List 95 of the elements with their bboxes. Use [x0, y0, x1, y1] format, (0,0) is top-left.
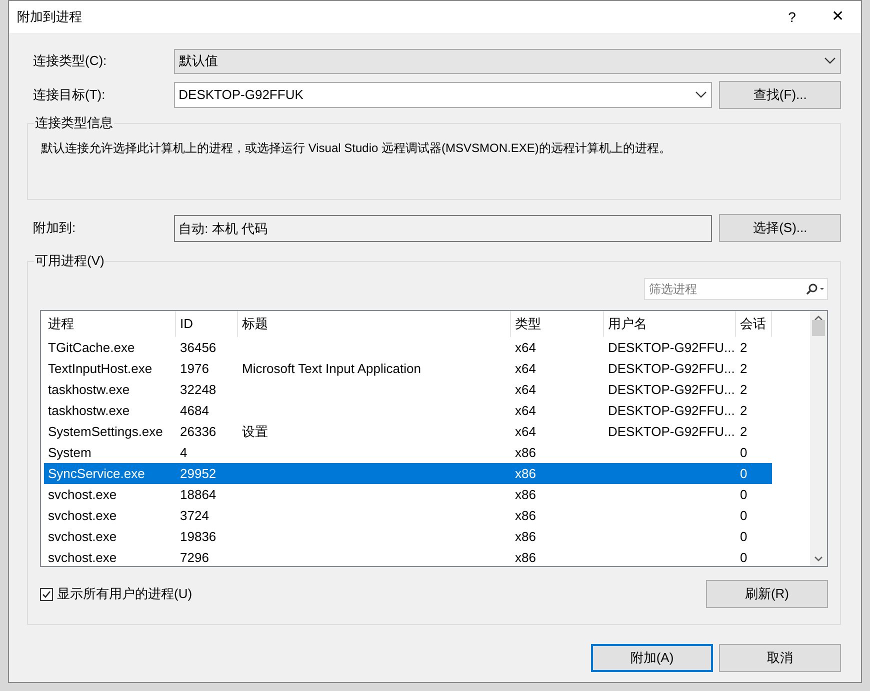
table-cell: 0 — [740, 466, 748, 481]
table-cell: x86 — [515, 528, 536, 544]
table-row[interactable]: TextInputHost.exe 1976 Microsoft Text Input Application x64 DESKTOP-G92FFU... 2 — [44, 358, 772, 379]
group-title: 连接类型信息 — [34, 115, 114, 131]
column-header[interactable]: 标题 — [238, 311, 511, 337]
scrollbar[interactable] — [810, 311, 827, 566]
dialog-button[interactable]: 取消 — [719, 644, 841, 672]
table-cell: DESKTOP-G92FFU... — [608, 382, 735, 397]
help-button[interactable]: ? — [769, 1, 815, 33]
table-cell: x64 — [515, 360, 536, 376]
table-row[interactable]: TGitCache.exe 36456 x64 DESKTOP-G92FFU... 2 — [44, 337, 772, 358]
table-cell: 2 — [740, 424, 748, 439]
column-header[interactable]: 会话 — [736, 311, 772, 337]
table-cell: 0 — [740, 444, 748, 460]
table-cell: x64 — [515, 340, 536, 355]
column-header[interactable]: 用户名 — [604, 311, 736, 337]
table-cell: x64 — [515, 402, 536, 418]
table-row[interactable]: System 4 x86 0 — [44, 442, 772, 463]
scroll-up-icon — [814, 315, 823, 321]
table-cell: svchost.exe — [48, 508, 117, 523]
dialog-button[interactable]: 附加(A) — [591, 644, 713, 672]
table-cell: 0 — [740, 508, 748, 523]
table-cell: taskhostw.exe — [48, 402, 130, 418]
column-header[interactable]: 类型 — [511, 311, 604, 337]
table-cell: 2 — [740, 340, 748, 355]
table-row[interactable]: SyncService.exe 29952 x86 0 — [44, 463, 772, 484]
field-label: 连接目标(T): — [32, 86, 106, 104]
table-cell: 4684 — [180, 402, 209, 418]
table-cell: svchost.exe — [48, 486, 117, 502]
table-row[interactable]: svchost.exe 18864 x86 0 — [44, 484, 772, 505]
dialog-button[interactable]: 查找(F)... — [719, 81, 841, 109]
table-cell: DESKTOP-G92FFU... — [608, 402, 735, 418]
table-cell: 4 — [180, 444, 188, 460]
table-cell: SyncService.exe — [48, 466, 145, 481]
table-row[interactable]: svchost.exe 7296 x86 0 — [44, 547, 772, 568]
attach-to-field: 自动: 本机 代码 — [174, 214, 712, 242]
table-cell: 0 — [740, 528, 748, 544]
connection-type-dropdown[interactable]: 默认值 — [174, 48, 841, 74]
table-cell: 0 — [740, 550, 748, 565]
scroll-thumb[interactable] — [812, 320, 825, 336]
table-cell: svchost.exe — [48, 550, 117, 565]
table-cell: 设置 — [242, 424, 268, 439]
table-cell: 1976 — [180, 360, 209, 376]
table-cell: Microsoft Text Input Application — [242, 360, 421, 376]
chevron-down-icon — [824, 57, 836, 65]
filter-field[interactable]: 筛选进程 — [644, 278, 828, 300]
table-cell: taskhostw.exe — [48, 382, 130, 397]
table-cell: System — [48, 444, 92, 460]
dialog-button[interactable]: 选择(S)... — [719, 214, 841, 242]
table-cell: 2 — [740, 360, 748, 376]
table-cell: x86 — [515, 486, 536, 502]
scroll-down-icon — [814, 556, 823, 562]
table-cell: 3724 — [180, 508, 209, 523]
table-cell: SystemSettings.exe — [48, 424, 163, 439]
info-text: 默认连接允许选择此计算机上的进程，或选择运行 Visual Studio 远程调试器(MSVSMON.EXE)的远程计算机上的进程。 — [40, 140, 672, 157]
table-cell: x86 — [515, 466, 536, 481]
table-row[interactable]: svchost.exe 3724 x86 0 — [44, 505, 772, 526]
column-header[interactable]: ID — [176, 311, 238, 337]
table-row[interactable]: SystemSettings.exe 26336 设置 x64 DESKTOP-G92FFU... 2 — [44, 421, 772, 442]
table-cell: DESKTOP-G92FFU... — [608, 360, 735, 376]
table-cell: svchost.exe — [48, 528, 117, 544]
table-row[interactable]: taskhostw.exe 4684 x64 DESKTOP-G92FFU... 2 — [44, 400, 772, 421]
table-cell: TextInputHost.exe — [48, 360, 152, 376]
group-title: 可用进程(V) — [34, 253, 106, 269]
table-cell: DESKTOP-G92FFU... — [608, 340, 735, 355]
table-cell: x86 — [515, 508, 536, 523]
field-label: 附加到: — [32, 219, 77, 238]
window-title: 附加到进程 — [17, 8, 82, 26]
field-label: 连接类型(C): — [32, 52, 108, 70]
table-cell: 26336 — [180, 424, 216, 439]
table-cell: DESKTOP-G92FFU... — [608, 424, 735, 439]
table-cell: 19836 — [180, 528, 216, 544]
table-cell: 2 — [740, 382, 748, 397]
table-row[interactable]: svchost.exe 19836 x86 0 — [44, 526, 772, 547]
connection-target-dropdown[interactable]: DESKTOP-G92FFUK — [174, 82, 712, 108]
dialog-button[interactable]: 刷新(R) — [706, 580, 828, 608]
table-cell: 2 — [740, 402, 748, 418]
checkbox[interactable] — [40, 588, 53, 600]
close-button[interactable]: ✕ — [815, 1, 861, 33]
table-cell: TGitCache.exe — [48, 340, 135, 355]
table-cell: 32248 — [180, 382, 216, 397]
table-cell: 18864 — [180, 486, 216, 502]
chevron-down-icon — [695, 91, 708, 99]
table-cell: 7296 — [180, 550, 209, 565]
table-cell: 29952 — [180, 466, 216, 481]
table-cell: x86 — [515, 444, 536, 460]
column-header[interactable]: 进程 — [44, 311, 176, 337]
table-cell: 0 — [740, 486, 748, 502]
table-cell: x64 — [515, 424, 536, 439]
checkbox-label: 显示所有用户的进程(U) — [57, 585, 192, 604]
table-cell: 36456 — [180, 340, 216, 355]
table-row[interactable]: taskhostw.exe 32248 x64 DESKTOP-G92FFU... 2 — [44, 379, 772, 400]
table-cell: x86 — [515, 550, 536, 565]
table-cell: x64 — [515, 382, 536, 397]
search-icon — [805, 283, 825, 295]
